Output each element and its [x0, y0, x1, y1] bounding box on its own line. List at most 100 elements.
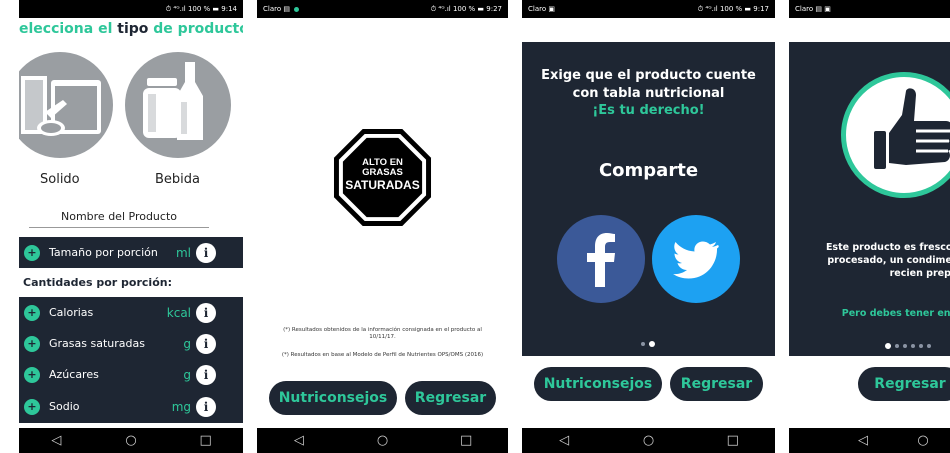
nutrient-label: Azúcares [49, 368, 99, 381]
nutrient-unit: g [183, 367, 191, 382]
back-button[interactable]: Regresar [405, 381, 496, 415]
facebook-share-button[interactable] [557, 215, 645, 303]
footnote-1: (*) Resultados obtenidos de la informaci… [283, 327, 482, 341]
serving-size-label: Tamaño por porción [49, 246, 158, 259]
page-dot-active [649, 341, 655, 347]
nutrient-label: Grasas saturadas [49, 337, 145, 350]
share-heading: Comparte [598, 160, 699, 181]
type-option-drink[interactable] [125, 52, 231, 158]
status-bar: Claro ▣ ⏱ ⁴ᴳ.ıl 100 % ▬ 9:17 [522, 0, 775, 18]
status-bar: Claro ▤ ▣ [789, 0, 950, 18]
recent-apps-icon[interactable]: □ [186, 433, 226, 448]
page-dot [911, 344, 915, 348]
type-option-solid[interactable] [19, 52, 113, 158]
info-icon[interactable]: i [196, 242, 216, 263]
serving-size-row[interactable]: + Tamaño por porción ml i [19, 237, 243, 268]
fresh-line-2: procesado, un condimen [827, 255, 950, 266]
bottles-icon [143, 62, 203, 140]
page-dot [641, 342, 645, 346]
system-nav-bar: ◁ ○ □ [19, 428, 243, 453]
plus-icon[interactable]: + [24, 398, 40, 415]
thumbs-up-icon [874, 88, 950, 169]
nutritips-button[interactable]: Nutriconsejos [269, 381, 397, 415]
demand-line-1: Exige que el producto cuente [541, 68, 756, 83]
plus-icon[interactable]: + [24, 244, 40, 261]
status-bar: ⏱ ⁴ᴳ.ıl 100 % ▬ 9:14 [19, 0, 243, 18]
plus-icon[interactable]: + [24, 304, 40, 321]
nutrient-row-sugars[interactable]: + Azúcares g i [19, 359, 243, 390]
info-icon[interactable]: i [196, 396, 216, 417]
status-right: ⏱ ⁴ᴳ.ıl 100 % ▬ 9:27 [430, 4, 502, 13]
seal-line-2: GRASAS [362, 166, 403, 178]
nutrient-row-saturated-fat[interactable]: + Grasas saturadas g i [19, 328, 243, 359]
back-button[interactable]: Regresar [858, 367, 950, 401]
nutrient-row-calories[interactable]: + Calorias kcal i [19, 297, 243, 328]
page-dot [903, 344, 907, 348]
page-title: elecciona el tipo de producto [19, 21, 243, 37]
back-icon[interactable]: ◁ [36, 433, 76, 448]
status-bar: Claro ▤ ⏱ ⁴ᴳ.ıl 100 % ▬ 9:27 [257, 0, 508, 18]
screen-result: Claro ▤ ⏱ ⁴ᴳ.ıl 100 % ▬ 9:27 ALTO EN GRA… [257, 0, 508, 453]
system-nav-bar: ◁ ○ □ [257, 428, 508, 453]
nutrient-list: + Calorias kcal i + Grasas saturadas g i… [19, 297, 243, 423]
thumbs-up-badge [841, 72, 950, 198]
twitter-icon [673, 241, 719, 279]
screen-product-type: ⏱ ⁴ᴳ.ıl 100 % ▬ 9:14 elecciona el tipo d… [19, 0, 243, 453]
screen-fresh-product: Claro ▤ ▣ Este producto es fresco, proce… [789, 0, 950, 453]
info-icon[interactable]: i [196, 333, 216, 354]
system-nav-bar: ◁ ○ □ [522, 428, 775, 453]
nutrient-label: Sodio [49, 400, 80, 413]
type-label-solid: Solido [40, 172, 80, 187]
home-icon[interactable]: ○ [111, 433, 151, 448]
recent-apps-icon[interactable]: □ [446, 433, 486, 448]
nutrient-label: Calorias [49, 306, 94, 319]
seal-line-3: SATURADAS [345, 177, 420, 192]
home-icon[interactable]: ○ [903, 433, 943, 448]
page-indicator [885, 343, 931, 349]
cans-icon [21, 76, 101, 136]
twitter-share-button[interactable] [652, 215, 740, 303]
nutrient-unit: kcal [166, 305, 191, 320]
product-name-field[interactable]: Nombre del Producto [29, 210, 209, 223]
type-label-drink: Bebida [155, 172, 200, 187]
plus-icon[interactable]: + [24, 335, 40, 352]
nutrient-row-sodium[interactable]: + Sodio mg i [19, 391, 243, 422]
page-dot-active [885, 343, 891, 349]
fresh-line-4: Pero debes tener en cu [841, 308, 950, 319]
home-icon[interactable]: ○ [362, 433, 402, 448]
product-name-underline [29, 227, 209, 228]
info-icon[interactable]: i [196, 302, 216, 323]
amounts-heading: Cantidades por porción: [23, 276, 172, 289]
info-icon[interactable]: i [196, 364, 216, 385]
home-icon[interactable]: ○ [628, 433, 668, 448]
page-dot [919, 344, 923, 348]
recent-apps-icon[interactable]: □ [713, 433, 753, 448]
warning-seal: ALTO EN GRASAS SATURADAS [333, 128, 432, 227]
nutrient-unit: mg [171, 399, 191, 414]
back-button[interactable]: Regresar [670, 367, 763, 401]
page-dot [895, 344, 899, 348]
demand-line-3: ¡Es tu derecho! [592, 103, 705, 118]
screen-share: Claro ▣ ⏱ ⁴ᴳ.ıl 100 % ▬ 9:17 Exige que e… [522, 0, 775, 453]
fresh-line-3: recien prepara [889, 268, 950, 279]
status-right: ⏱ ⁴ᴳ.ıl 100 % ▬ 9:14 [165, 4, 237, 13]
back-icon[interactable]: ◁ [544, 433, 584, 448]
fresh-line-1: Este producto es fresco, [825, 242, 950, 253]
status-left: Claro ▤ ▣ [795, 5, 831, 13]
serving-unit: ml [175, 245, 191, 260]
back-icon[interactable]: ◁ [279, 433, 319, 448]
status-right: ⏱ ⁴ᴳ.ıl 100 % ▬ 9:17 [697, 4, 769, 13]
page-dot [927, 344, 931, 348]
plus-icon[interactable]: + [24, 366, 40, 383]
fresh-card: Este producto es fresco, procesado, un c… [789, 42, 950, 356]
back-icon[interactable]: ◁ [843, 433, 883, 448]
share-card: Exige que el producto cuente con tabla n… [522, 42, 775, 356]
page-indicator [641, 341, 655, 347]
notification-dot-icon [293, 6, 299, 12]
facebook-icon [587, 233, 615, 287]
nutrient-unit: g [183, 336, 191, 351]
nutritips-button[interactable]: Nutriconsejos [534, 367, 662, 401]
demand-line-2: con tabla nutricional [572, 86, 725, 101]
system-nav-bar: ◁ ○ [789, 428, 950, 453]
status-left: Claro ▤ [263, 5, 290, 13]
